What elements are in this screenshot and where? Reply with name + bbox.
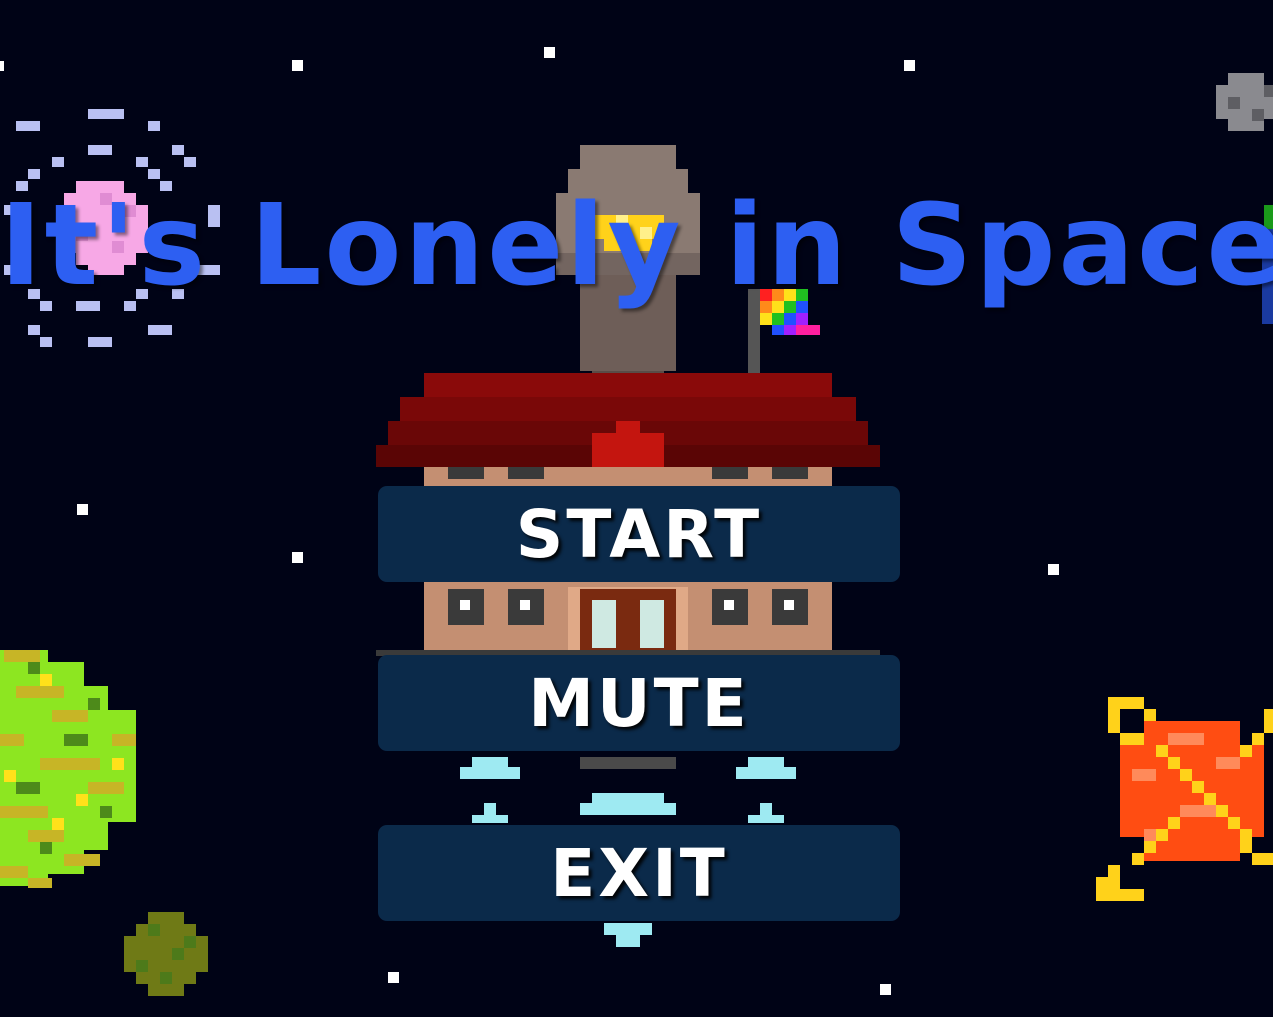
star-sprite: [1048, 564, 1059, 575]
star-sprite: [292, 552, 303, 563]
mute-button-label: MUTE: [528, 664, 750, 742]
star-sprite: [880, 984, 891, 995]
star-sprite: [77, 504, 88, 515]
start-button[interactable]: START: [378, 486, 900, 582]
star-sprite: [0, 61, 4, 71]
star-sprite: [388, 972, 399, 983]
star-sprite: [544, 47, 555, 58]
small-green-planet-sprite: [124, 912, 208, 996]
mute-button[interactable]: MUTE: [378, 655, 900, 751]
star-sprite: [904, 60, 915, 71]
start-button-label: START: [515, 495, 763, 573]
star-sprite: [292, 60, 303, 71]
game-title: It's Lonely in Space: [0, 181, 1273, 311]
exit-button-label: EXIT: [550, 834, 728, 912]
exit-button[interactable]: EXIT: [378, 825, 900, 921]
